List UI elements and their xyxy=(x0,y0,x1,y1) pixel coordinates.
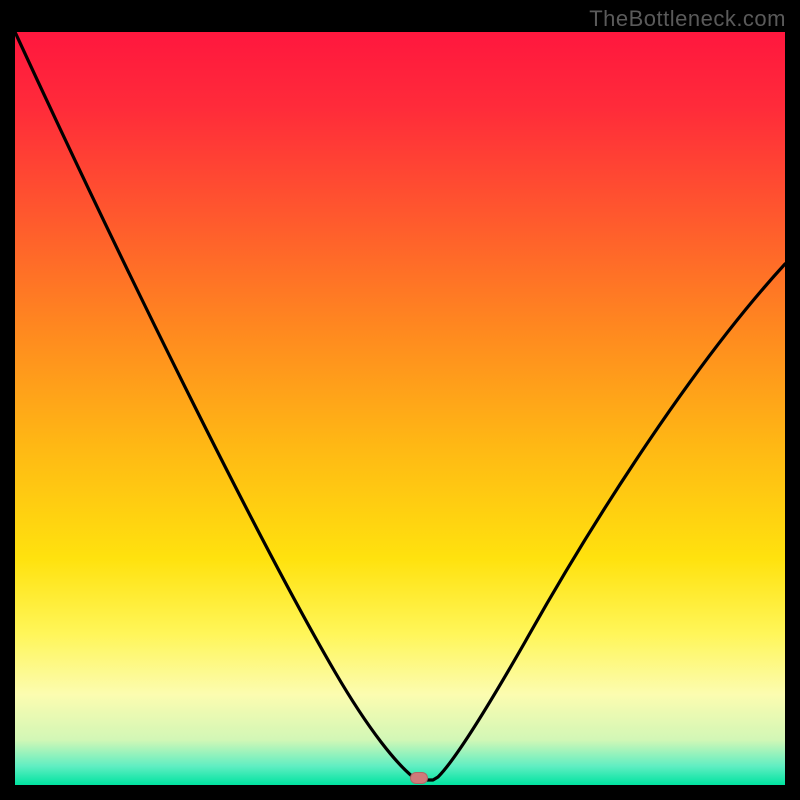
optimal-marker xyxy=(410,772,428,784)
plot-area xyxy=(15,32,785,785)
chart-frame: TheBottleneck.com xyxy=(0,0,800,800)
watermark-text: TheBottleneck.com xyxy=(589,6,786,32)
curve-path xyxy=(15,32,785,780)
bottleneck-curve xyxy=(15,32,785,785)
